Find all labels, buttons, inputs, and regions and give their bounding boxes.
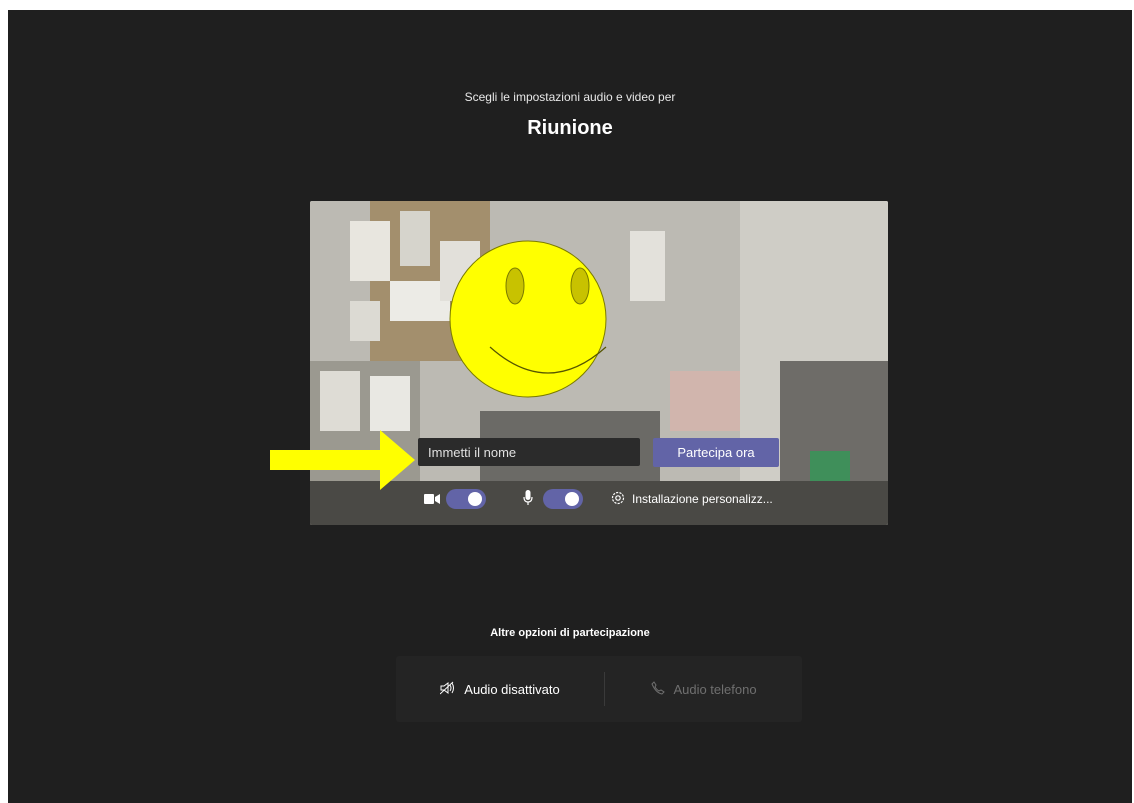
prejoin-subtitle: Scegli le impostazioni audio e video per xyxy=(464,90,676,104)
microphone-toggle-knob xyxy=(565,492,579,506)
other-join-options-title: Altre opzioni di partecipazione xyxy=(490,627,650,639)
name-input[interactable] xyxy=(418,438,640,466)
other-join-options: Audio disattivato Audio telefono xyxy=(396,656,802,722)
phone-icon xyxy=(651,680,666,698)
audio-off-option[interactable]: Audio disattivato xyxy=(396,656,604,722)
audio-off-label: Audio disattivato xyxy=(464,681,560,697)
microphone-toggle[interactable] xyxy=(543,489,583,509)
annotation-arrow xyxy=(270,430,415,490)
phone-audio-label: Audio telefono xyxy=(673,681,757,697)
camera-toggle[interactable] xyxy=(446,489,486,509)
phone-audio-option[interactable]: Audio telefono xyxy=(606,656,802,722)
gear-icon xyxy=(610,490,626,509)
camera-toggle-knob xyxy=(468,492,482,506)
options-divider xyxy=(604,672,605,706)
microphone-icon xyxy=(523,490,533,511)
meeting-prejoin-screen: Scegli le impostazioni audio e video per… xyxy=(8,10,1132,803)
join-now-button[interactable]: Partecipa ora xyxy=(653,438,779,467)
video-camera-icon xyxy=(424,492,440,510)
custom-setup-button[interactable]: Installazione personalizz... xyxy=(610,489,773,509)
custom-setup-label: Installazione personalizz... xyxy=(632,492,773,506)
device-controls: Installazione personalizz... xyxy=(310,489,888,513)
speaker-muted-icon xyxy=(439,681,456,698)
meeting-title: Riunione xyxy=(527,117,613,139)
